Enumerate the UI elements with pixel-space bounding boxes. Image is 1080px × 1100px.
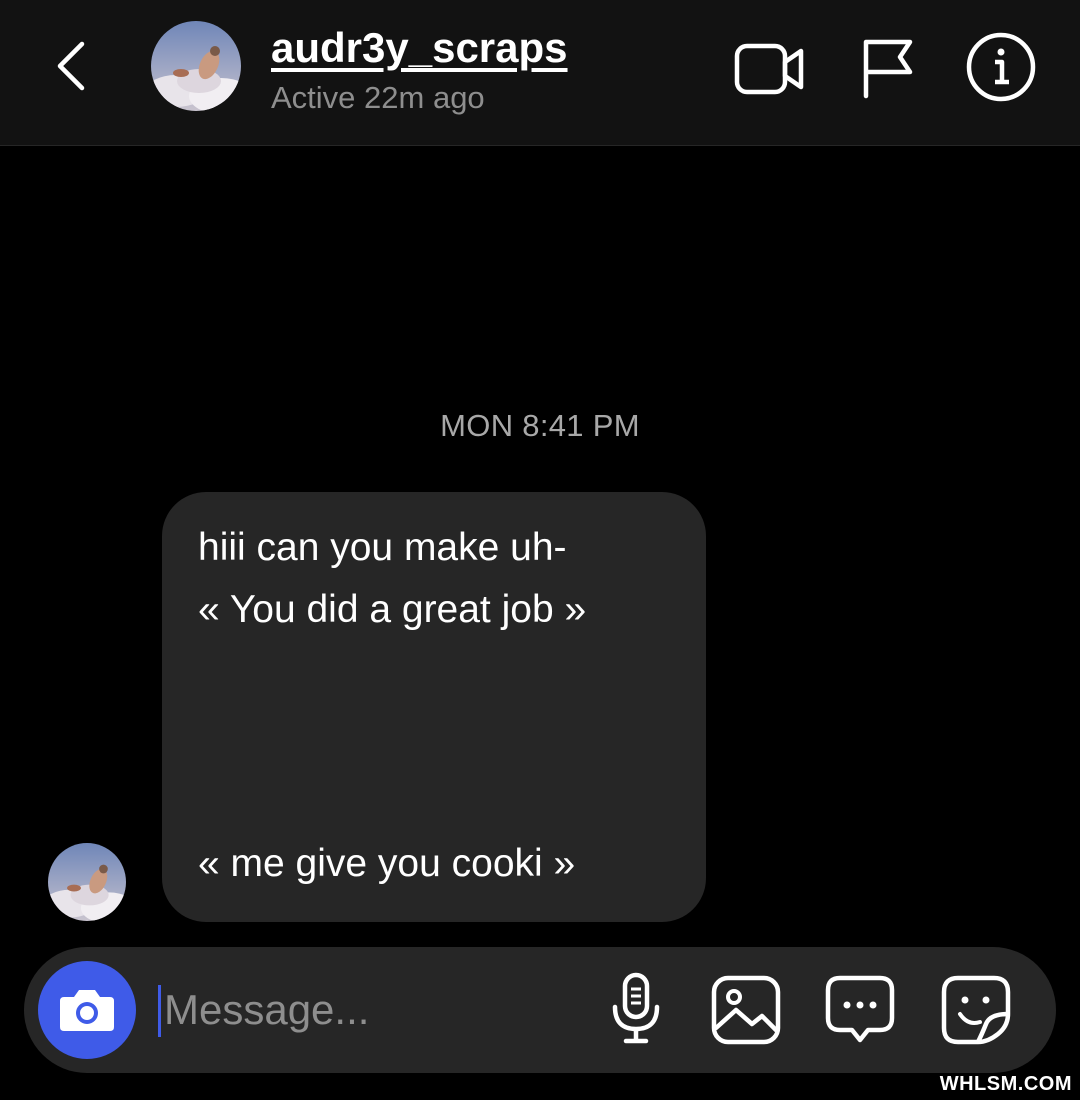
avatar-image (48, 843, 126, 921)
camera-icon (60, 990, 114, 1031)
watermark: WHLSM.COM (939, 1073, 1072, 1095)
info-button[interactable] (965, 31, 1037, 103)
flag-icon (863, 39, 913, 99)
info-icon (966, 32, 1036, 102)
chat-header: audr3y_scraps Active 22m ago (0, 0, 1080, 146)
gallery-button[interactable] (710, 974, 782, 1046)
message-bubble[interactable]: hiii can you make uh- « You did a great … (162, 492, 706, 922)
voice-message-button[interactable] (608, 971, 664, 1047)
back-chevron-icon (57, 41, 85, 91)
message-line: « You did a great job » (198, 588, 587, 631)
chat-bubble-icon (825, 975, 895, 1043)
message-timestamp: MON 8:41 PM (440, 408, 640, 443)
sticker-icon (941, 975, 1011, 1045)
message-composer (24, 947, 1056, 1073)
activity-status: Active 22m ago (271, 80, 485, 115)
text-cursor (158, 985, 161, 1037)
sender-avatar[interactable] (48, 843, 126, 921)
back-button[interactable] (48, 36, 92, 96)
sticker-button[interactable] (940, 974, 1012, 1046)
video-call-button[interactable] (733, 38, 807, 98)
avatar[interactable] (151, 21, 241, 111)
message-line: « me give you cooki » (198, 842, 576, 885)
avatar-image (151, 21, 241, 111)
message-line: hiii can you make uh- (198, 526, 567, 569)
gallery-icon (711, 975, 781, 1045)
video-camera-icon (734, 43, 804, 95)
chat-options-button[interactable] (824, 974, 896, 1046)
username-link[interactable]: audr3y_scraps (271, 24, 568, 72)
report-button[interactable] (858, 36, 918, 100)
message-input[interactable] (164, 977, 584, 1043)
camera-button[interactable] (38, 961, 136, 1059)
microphone-icon (612, 972, 660, 1044)
